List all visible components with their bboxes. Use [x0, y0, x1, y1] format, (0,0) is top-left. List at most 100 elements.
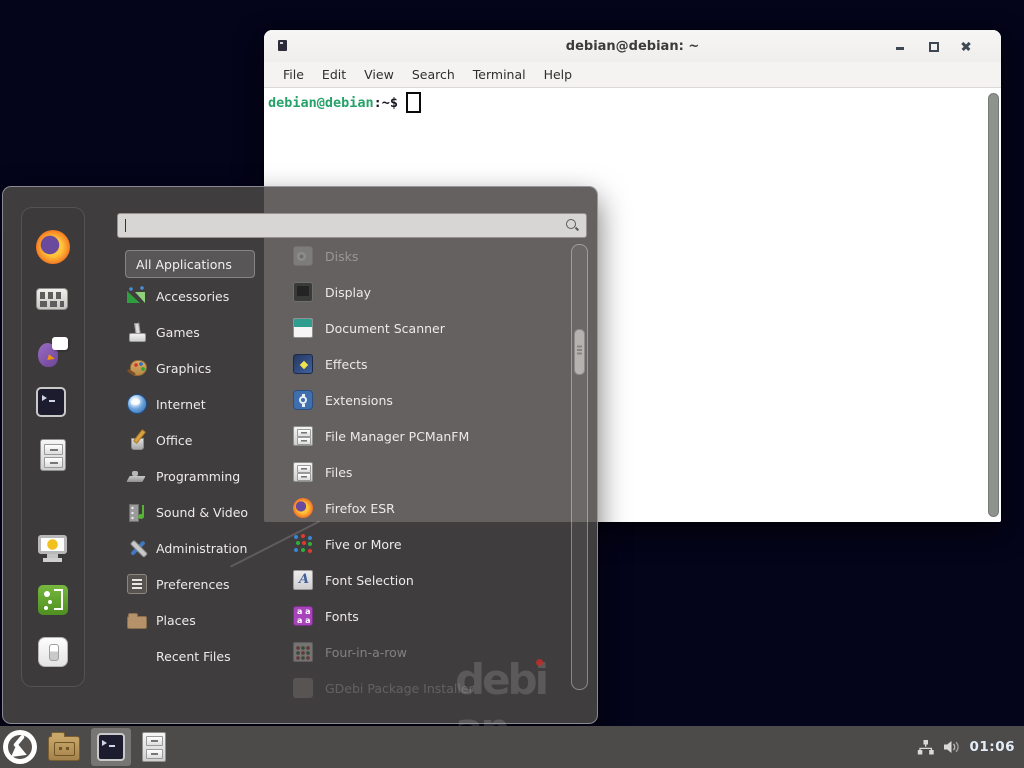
file-cabinet-icon	[293, 462, 313, 482]
terminal-scrollbar-thumb[interactable]	[988, 93, 999, 517]
terminal-cursor	[406, 92, 421, 113]
pidgin-icon	[36, 335, 70, 369]
menu-help[interactable]: Help	[535, 62, 582, 87]
app-disks[interactable]: Disks	[287, 238, 569, 274]
minimize-button[interactable]	[893, 39, 907, 53]
debian-swirl-icon	[13, 734, 25, 747]
lock-screen-icon	[36, 531, 70, 565]
preferences-icon	[127, 574, 147, 594]
extensions-icon	[293, 390, 313, 410]
favorite-software-button[interactable]	[36, 282, 70, 316]
text-caret	[125, 219, 126, 232]
app-five-or-more[interactable]: Five or More	[287, 526, 569, 562]
menu-button[interactable]	[3, 730, 37, 764]
app-file-manager-pcmanfm[interactable]: File Manager PCManFM	[287, 418, 569, 454]
disks-icon	[293, 246, 313, 266]
file-cabinet-icon	[40, 439, 66, 471]
menu-view[interactable]: View	[355, 62, 403, 87]
document-scanner-icon	[293, 318, 313, 338]
app-firefox-esr[interactable]: Firefox ESR	[287, 490, 569, 526]
terminal-window-title: debian@debian: ~	[566, 39, 699, 54]
software-keyboard-icon	[36, 288, 68, 310]
category-all-applications[interactable]: All Applications	[125, 250, 255, 278]
search-icon	[566, 219, 579, 232]
fonts-icon	[293, 606, 313, 626]
games-icon	[127, 322, 147, 342]
category-sound-video[interactable]: Sound & Video	[125, 494, 283, 530]
app-effects[interactable]: Effects	[287, 346, 569, 382]
app-four-in-a-row[interactable]: Four-in-a-row	[287, 634, 569, 670]
programming-icon	[127, 466, 147, 486]
category-graphics[interactable]: Graphics	[125, 350, 283, 386]
office-icon	[127, 430, 147, 450]
menu-search-input[interactable]	[118, 214, 586, 237]
menu-search-box	[117, 213, 587, 238]
app-extensions[interactable]: Extensions	[287, 382, 569, 418]
terminal-titlebar[interactable]: debian@debian: ~	[264, 30, 1001, 62]
app-document-scanner[interactable]: Document Scanner	[287, 310, 569, 346]
log-out-icon	[38, 585, 68, 615]
favorite-firefox-button[interactable]	[36, 230, 70, 264]
menu-edit[interactable]: Edit	[313, 62, 355, 87]
menu-scrollbar-thumb[interactable]	[574, 329, 585, 375]
app-display[interactable]: Display	[287, 274, 569, 310]
close-button[interactable]	[959, 39, 973, 53]
category-programming[interactable]: Programming	[125, 458, 283, 494]
favorite-files-button[interactable]	[36, 439, 70, 473]
all-applications-label: All Applications	[136, 257, 232, 272]
application-list: Disks Display Document Scanner Effects E…	[287, 238, 569, 706]
sound-video-icon	[127, 502, 147, 522]
app-gdebi-package-installer[interactable]: GDebi Package Installer	[287, 670, 569, 706]
shut-down-icon	[38, 637, 68, 667]
app-font-selection[interactable]: Font Selection	[287, 562, 569, 598]
category-office[interactable]: Office	[125, 422, 283, 458]
category-list: Accessories Games Graphics Internet Offi…	[125, 278, 283, 674]
taskbar-tray: 01:06	[917, 739, 1024, 755]
app-files[interactable]: Files	[287, 454, 569, 490]
menu-file[interactable]: File	[274, 62, 313, 87]
display-icon	[293, 282, 313, 302]
effects-icon	[293, 354, 313, 374]
category-internet[interactable]: Internet	[125, 386, 283, 422]
terminal-icon	[36, 387, 66, 417]
administration-icon	[127, 538, 147, 558]
category-games[interactable]: Games	[125, 314, 283, 350]
terminal-prompt: debian@debian:~$	[268, 92, 421, 113]
app-fonts[interactable]: Fonts	[287, 598, 569, 634]
category-recent-files[interactable]: Recent Files	[125, 638, 283, 674]
clock[interactable]: 01:06	[970, 739, 1015, 755]
category-places[interactable]: Places	[125, 602, 283, 638]
favorite-pidgin-button[interactable]	[36, 335, 70, 369]
graphics-icon	[127, 358, 147, 378]
taskbar: 01:06	[0, 726, 1024, 768]
volume-icon[interactable]	[943, 740, 961, 754]
taskbar-launchers	[0, 728, 166, 766]
network-icon[interactable]	[917, 740, 934, 755]
file-manager-launcher[interactable]	[48, 736, 80, 761]
menu-terminal[interactable]: Terminal	[464, 62, 535, 87]
menu-scrollbar[interactable]	[571, 244, 588, 690]
font-selection-icon	[293, 570, 313, 590]
firefox-icon	[293, 498, 313, 518]
favorites-panel	[21, 207, 85, 687]
prompt-path: :~$	[374, 95, 398, 111]
terminal-scrollbar[interactable]	[988, 93, 999, 517]
places-icon	[127, 616, 147, 629]
log-out-button[interactable]	[36, 583, 70, 617]
maximize-button[interactable]	[926, 39, 940, 53]
terminal-window-icon	[278, 40, 287, 51]
gdebi-icon	[293, 678, 313, 698]
favorite-terminal-button[interactable]	[36, 387, 70, 421]
terminal-menubar: File Edit View Search Terminal Help	[264, 62, 1001, 88]
files-launcher[interactable]	[142, 732, 166, 762]
shut-down-button[interactable]	[36, 635, 70, 669]
category-administration[interactable]: Administration	[125, 530, 283, 566]
desktop: debian@debian: ~ File Edit View Search T…	[0, 0, 1024, 768]
category-accessories[interactable]: Accessories	[125, 278, 283, 314]
menu-search[interactable]: Search	[403, 62, 464, 87]
lock-screen-button[interactable]	[36, 531, 70, 565]
terminal-window-button[interactable]	[91, 728, 131, 766]
category-preferences[interactable]: Preferences	[125, 566, 283, 602]
firefox-icon	[36, 230, 70, 264]
prompt-user-host: debian@debian	[268, 95, 374, 111]
